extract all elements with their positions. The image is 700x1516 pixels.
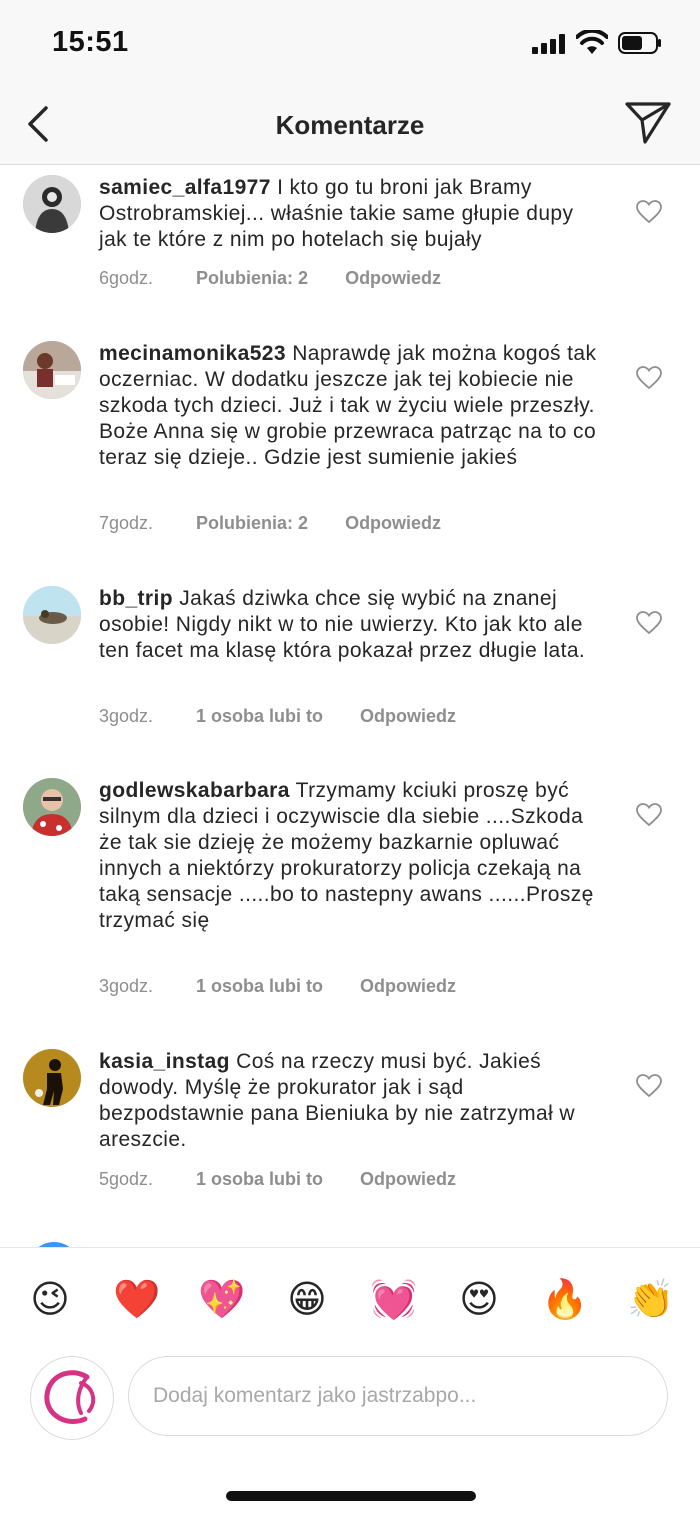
current-user-avatar <box>30 1356 114 1440</box>
heart-icon[interactable] <box>636 611 662 635</box>
comment-meta: 7godz. Polubienia: 2 Odpowiedz <box>99 513 441 534</box>
comment-likes[interactable]: Polubienia: 2 <box>196 268 308 289</box>
comment-composer <box>0 1348 700 1468</box>
comment-meta: 6godz. Polubienia: 2 Odpowiedz <box>99 268 441 289</box>
comment-timestamp: 5godz. <box>99 1169 154 1189</box>
comment-timestamp: 3godz. <box>99 976 154 996</box>
direct-send-icon[interactable] <box>624 98 672 146</box>
comment-likes[interactable]: Polubienia: 2 <box>196 513 308 534</box>
emoji-sparkling-heart[interactable]: 💖 <box>198 1276 245 1322</box>
comment-username[interactable]: kasia_instag <box>99 1050 230 1073</box>
emoji-fire[interactable]: 🔥 <box>541 1276 588 1322</box>
comment-username[interactable]: godlewskabarbara <box>99 779 290 802</box>
reply-button[interactable]: Odpowiedz <box>345 513 441 534</box>
comment-text: godlewskabarbara Trzymamy kciuki proszę … <box>99 778 604 934</box>
emoji-wink[interactable]: 😉 <box>27 1276 73 1322</box>
comment-username[interactable]: samiec_alfa1977 <box>99 176 271 199</box>
comment-timestamp: 6godz. <box>99 268 154 288</box>
comment-likes[interactable]: 1 osoba lubi to <box>196 976 323 997</box>
comment-meta: 5godz. 1 osoba lubi to Odpowiedz <box>99 1169 456 1190</box>
navigation-bar: Komentarze <box>0 88 700 165</box>
comment-timestamp: 7godz. <box>99 513 154 533</box>
avatar[interactable] <box>23 586 81 644</box>
avatar[interactable] <box>23 778 81 836</box>
comments-list[interactable]: samiec_alfa1977 I kto go tu broni jak Br… <box>0 165 700 1247</box>
status-bar: 15:51 <box>0 0 700 88</box>
comment-text: kasia_instag Coś na rzeczy musi być. Jak… <box>99 1049 604 1153</box>
avatar[interactable] <box>23 1049 81 1107</box>
heart-icon[interactable] <box>636 200 662 224</box>
heart-icon[interactable] <box>636 1074 662 1098</box>
reply-button[interactable]: Odpowiedz <box>360 1169 456 1190</box>
emoji-clapping-hands[interactable]: 👏 <box>627 1276 674 1322</box>
comment-text: samiec_alfa1977 I kto go tu broni jak Br… <box>99 175 604 253</box>
reply-button[interactable]: Odpowiedz <box>360 976 456 997</box>
status-time: 15:51 <box>52 26 129 58</box>
comment-text: bb_trip Jakaś dziwka chce się wybić na z… <box>99 586 604 664</box>
comment-input[interactable] <box>128 1356 668 1436</box>
battery-icon <box>618 32 661 54</box>
heart-icon[interactable] <box>636 366 662 390</box>
reply-button[interactable]: Odpowiedz <box>360 706 456 727</box>
emoji-grin[interactable]: 😁 <box>284 1276 330 1322</box>
home-indicator <box>226 1491 476 1501</box>
comment-timestamp: 3godz. <box>99 706 154 726</box>
comment-text: mecinamonika523 Naprawdę jak można kogoś… <box>99 341 604 471</box>
comment-likes[interactable]: 1 osoba lubi to <box>196 706 323 727</box>
comment-likes[interactable]: 1 osoba lubi to <box>196 1169 323 1190</box>
comment-username[interactable]: mecinamonika523 <box>99 342 286 365</box>
emoji-beating-heart[interactable]: 💓 <box>370 1276 417 1322</box>
emoji-red-heart[interactable]: ❤️ <box>113 1276 160 1322</box>
avatar[interactable] <box>23 341 81 399</box>
reply-button[interactable]: Odpowiedz <box>345 268 441 289</box>
avatar[interactable] <box>23 175 81 233</box>
emoji-heart-eyes[interactable]: 😍 <box>456 1276 502 1322</box>
wifi-icon <box>576 30 608 54</box>
comment-username[interactable]: bb_trip <box>99 587 173 610</box>
emoji-quick-bar: 😉 ❤️ 💖 😁 💓 😍 🔥 👏 <box>0 1247 700 1348</box>
comment-meta: 3godz. 1 osoba lubi to Odpowiedz <box>99 706 456 727</box>
page-title: Komentarze <box>275 110 425 140</box>
signal-icon <box>532 34 565 54</box>
heart-icon[interactable] <box>636 803 662 827</box>
comment-meta: 3godz. 1 osoba lubi to Odpowiedz <box>99 976 456 997</box>
